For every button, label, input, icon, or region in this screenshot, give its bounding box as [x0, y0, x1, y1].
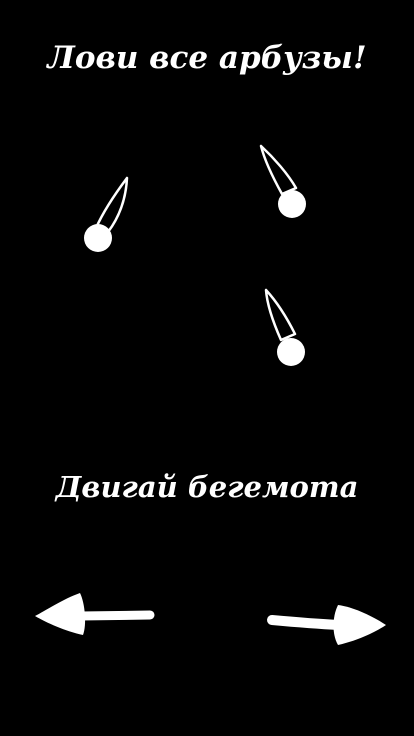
instruction-text: Двигай бегемота: [55, 470, 359, 504]
arrow-right-icon[interactable]: [264, 595, 394, 655]
falling-watermelon-icon: [84, 176, 129, 252]
game-screen: Лови все арбузы! Двигай бегемота: [0, 0, 414, 736]
arrow-left-icon[interactable]: [25, 585, 155, 645]
falling-watermelon-icon: [264, 288, 305, 366]
falling-watermelon-icon: [259, 144, 306, 218]
game-title: Лови все арбузы!: [47, 40, 367, 76]
